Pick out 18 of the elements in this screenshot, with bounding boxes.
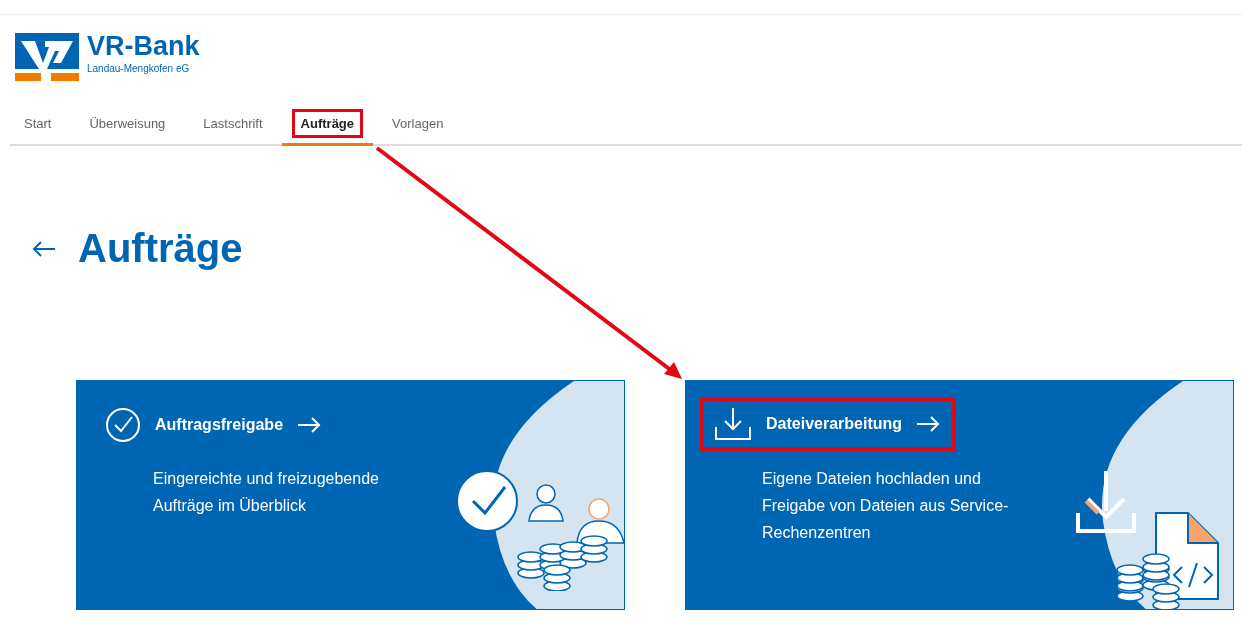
nav-tab[interactable]: Start: [10, 104, 71, 144]
card-link[interactable]: Auftragsfreigabe: [91, 397, 338, 453]
arrow-right-icon: [297, 417, 322, 433]
brand-subtitle: Landau-Mengkofen eG: [87, 63, 191, 75]
check-circle-icon: [105, 407, 141, 443]
nav-tab[interactable]: Überweisung: [70, 104, 185, 144]
feature-card[interactable]: Dateiverarbeitung Eigene Dateien hochladen und Freigabe von Dateien aus Service-Rechenzentren: [685, 380, 1234, 610]
card-description: Eingereichte und freizugebende Aufträge im Überblick: [153, 469, 380, 516]
logo-icon: [15, 33, 79, 81]
card-description: Eigene Dateien hochladen und Freigabe von Dateien aus Service-Rechenzentren: [762, 469, 1010, 543]
page-title: Aufträge: [78, 225, 243, 272]
card-link[interactable]: Dateiverarbeitung: [700, 397, 957, 451]
nav-tab[interactable]: Lastschrift: [184, 104, 282, 144]
download-icon: [714, 407, 752, 441]
arrow-right-icon: [916, 416, 941, 432]
nav-tab[interactable]: Vorlagen: [373, 104, 463, 144]
feature-card[interactable]: Auftragsfreigabe Eingereichte und freizugebende Aufträge im Überblick: [76, 380, 625, 610]
brand-name: VR-Bank: [87, 33, 200, 60]
